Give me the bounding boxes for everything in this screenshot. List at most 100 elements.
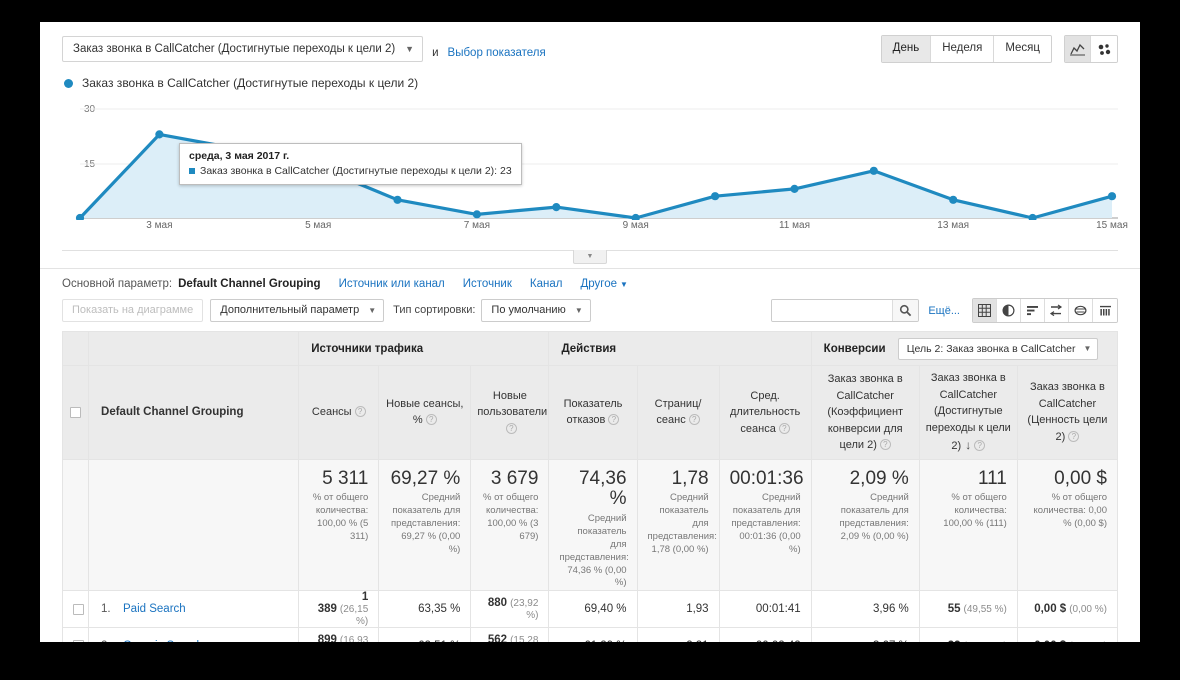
totals-bounce-rate-value: 74,36 % [578,467,627,510]
row-goal-completions-cell: 55 (49,55 %) [918,590,1018,629]
chevron-down-icon: ▼ [574,305,583,315]
chart-data-point[interactable] [790,184,799,193]
column-header-bounce-rate[interactable]: Показатель отказов? [548,365,638,460]
chart-data-point[interactable] [869,166,878,175]
row-dimension-link[interactable]: Organic Search [123,640,203,642]
x-axis-tick: 3 мая [146,220,173,231]
column-header-sessions-label: Сеансы [311,406,352,418]
column-header-new-sessions-pct[interactable]: Новые сеансы, %? [378,365,472,460]
help-icon[interactable]: ? [778,422,790,434]
metric-picker-link[interactable]: Выбор показателя [448,40,546,66]
more-options-link[interactable]: Ещё... [928,305,960,317]
chart-data-point[interactable] [552,203,561,212]
column-header-pages-per-session[interactable]: Страниц/сеанс? [636,365,720,460]
row-new-users-cell: 880 (23,92 %) [470,590,550,629]
scatter-chart-icon[interactable] [1091,36,1117,62]
totals-goal-value: 0,00 $ % от общего количества: 0,00 % (0,… [1016,458,1119,592]
row-goal-completions-value: 55 [947,603,961,616]
search-icon[interactable] [892,300,919,321]
trend-chart[interactable]: 30 15 среда, 3 мая 2017 г. Заказ звонка … [62,100,1128,250]
row-goal-completions-cell: 33(29,73 %) [918,627,1018,642]
chevron-down-icon: ▼ [368,305,377,315]
dimension-tab-default-channel-grouping[interactable]: Default Channel Grouping [178,278,320,290]
row-bounce-cell: 69,40 % [548,590,638,629]
chevron-down-icon: ▼ [1083,344,1092,353]
row-goal-value-value: 0,00 $ [1034,640,1066,642]
column-header-goal-conversion-rate[interactable]: Заказ звонка в CallCatcher (Коэффициент … [810,365,920,460]
row-rank: 2. [101,640,123,642]
row-goal-value-cell: 0,00 $(0,00 %) [1016,627,1119,642]
dimension-tab-other[interactable]: Другое ▼ [580,278,627,290]
table-view-icon[interactable] [973,299,997,322]
line-chart-icon[interactable] [1065,36,1091,62]
row-bounce-cell: 61,29 % [548,627,638,642]
help-icon[interactable]: ? [1068,430,1080,442]
row-conv-rate-cell: 3,67 % [810,627,920,642]
help-icon[interactable]: ? [425,414,437,426]
pivot-view-icon[interactable] [1093,299,1117,322]
table-row[interactable]: 1. Paid Search 1 389 (26,15 %) 63,35 % 880 (23… [61,590,1119,629]
chart-data-point[interactable] [393,195,402,204]
chart-type-group [1064,35,1118,63]
help-icon[interactable]: ? [688,414,700,426]
row-new-users-value: 562 [487,633,508,642]
column-header-goal-value[interactable]: Заказ звонка в CallCatcher (Ценность цел… [1016,365,1119,460]
period-day-button[interactable]: День [881,36,932,62]
row-goal-completions-pct: (29,73 %) [963,641,1006,642]
row-duration-cell: 00:01:41 [718,590,812,629]
totals-new-sessions-pct: 69,27 % Средний показатель для представле… [378,458,472,592]
group-header-conversions-label: Конверсии [823,342,886,355]
row-checkbox[interactable] [73,603,84,615]
help-icon[interactable]: ? [608,414,620,426]
table-totals-row: 5 311 % от общего количества: 100,00 % (5… [61,458,1119,592]
chart-data-point[interactable] [1107,192,1117,201]
goal-select-label: Цель 2: Заказ звонка в CallCatcher [906,342,1076,355]
help-icon[interactable]: ? [354,406,366,417]
help-icon[interactable]: ? [974,440,986,451]
row-new-users-pct: (15,28 %) [510,634,539,642]
column-header-new-users[interactable]: Новые пользователи? [470,365,550,460]
metric-select[interactable]: Заказ звонка в CallCatcher (Достигнутые … [62,36,424,62]
x-axis-tick: 7 мая [463,220,490,231]
chart-data-point[interactable] [711,192,720,201]
row-dimension-cell: 2.Organic Search [88,627,300,642]
period-week-button[interactable]: Неделя [931,36,995,62]
chart-data-point[interactable] [155,130,164,139]
select-all-checkbox[interactable] [70,406,81,418]
comparison-view-icon[interactable] [1045,299,1069,322]
sort-desc-arrow-icon: ↓ [965,438,972,452]
chart-tooltip: среда, 3 мая 2017 г. Заказ звонка в Call… [179,143,522,185]
performance-view-icon[interactable] [1021,299,1045,322]
row-new-sessions-pct-value: 63,35 % [418,603,461,616]
column-header-sessions[interactable]: Сеансы? [298,365,380,460]
chart-expand-handle[interactable]: ▼ [573,250,607,264]
column-header-dimension[interactable]: Default Channel Grouping [88,365,300,460]
goal-select[interactable]: Цель 2: Заказ звонка в CallCatcher ▼ [897,337,1099,360]
plot-rows-button[interactable]: Показать на диаграмме [62,298,204,322]
chart-controls: День Неделя Месяц [880,35,1118,63]
dimension-tab-source[interactable]: Источник [463,278,512,290]
chart-data-point[interactable] [949,195,958,204]
sort-type-select[interactable]: По умолчанию ▼ [481,298,591,322]
column-header-avg-session-duration[interactable]: Сред. длительность сеанса? [718,365,812,460]
pie-view-icon[interactable] [997,299,1021,322]
totals-sessions: 5 311 % от общего количества: 100,00 % (5… [298,458,380,592]
secondary-dimension-button[interactable]: Дополнительный параметр ▼ [210,298,385,322]
totals-sessions-value: 5 311 [322,467,369,489]
help-icon[interactable]: ? [505,422,517,434]
search-input[interactable] [772,300,893,321]
period-month-button[interactable]: Месяц [994,36,1051,62]
row-dimension-link[interactable]: Paid Search [123,603,186,615]
group-header-traffic-sources: Источники трафика [298,331,550,366]
group-header-behavior-label: Действия [561,342,617,355]
help-icon[interactable]: ? [879,439,891,450]
totals-goal-completions-sub: % от общего количества: 100,00 % (111) [943,492,1007,530]
totals-goal-conversion-rate: 2,09 % Средний показатель для представлен… [810,458,920,592]
row-checkbox[interactable] [73,640,84,642]
term-cloud-icon[interactable] [1069,299,1093,322]
column-header-goal-completions[interactable]: Заказ звонка в CallCatcher (Достигнутые … [918,365,1018,460]
table-row[interactable]: 2.Organic Search899(16,93 %)62,51 %562(1… [61,627,1119,642]
primary-dimension-label: Основной параметр: [62,278,173,290]
dimension-tab-medium[interactable]: Канал [530,278,563,290]
dimension-tab-source-medium[interactable]: Источник или канал [339,278,445,290]
